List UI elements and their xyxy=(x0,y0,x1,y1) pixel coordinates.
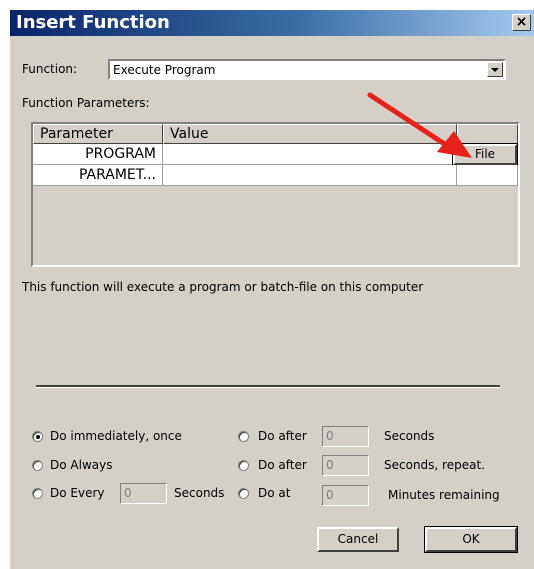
annotation-arrow-shaft xyxy=(367,92,449,148)
annotation-arrow-icon xyxy=(367,92,472,158)
